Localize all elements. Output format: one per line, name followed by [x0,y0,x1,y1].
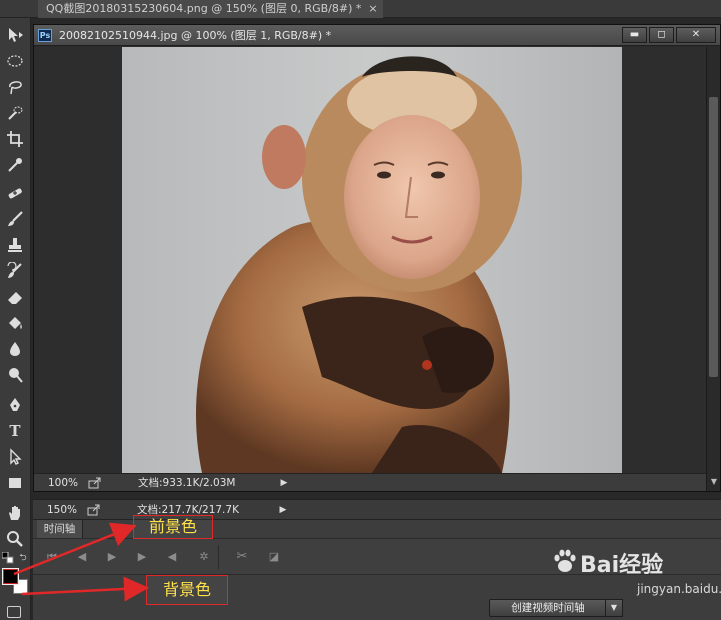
volume-icon[interactable]: ◀ [163,548,181,566]
quick-select-tool-icon[interactable] [4,102,26,124]
scroll-down-icon[interactable]: ▼ [709,477,719,487]
export-icon[interactable] [87,504,101,516]
baidu-watermark: Bai经验 jingyan.baidu.com [552,545,721,605]
document-size: 文档:933.1K/2.03M [138,477,236,489]
document-title: 20082102510944.jpg @ 100% (图层 1, RGB/8#)… [59,29,332,42]
zoom-level[interactable]: 150% [47,501,77,519]
paw-icon [554,549,576,572]
default-colors-icon[interactable] [1,551,14,564]
tools-panel: T [0,18,31,620]
hand-tool-icon[interactable] [4,502,26,524]
monkey-photo[interactable] [122,47,622,473]
settings-icon[interactable]: ✲ [195,548,213,566]
export-icon[interactable] [88,477,102,489]
quick-mask-icon[interactable] [7,606,21,618]
healing-brush-tool-icon[interactable] [4,182,26,204]
document-title-bar[interactable]: Ps 20082102510944.jpg @ 100% (图层 1, RGB/… [34,25,720,46]
canvas-area[interactable] [34,47,706,473]
brush-tool-icon[interactable] [4,208,26,230]
tab-background-document[interactable]: QQ截图20180315230604.png @ 150% (图层 0, RGB… [38,0,383,18]
next-frame-icon[interactable]: ▶ [133,548,151,566]
divider [218,545,219,569]
scrollbar-thumb[interactable] [709,97,718,377]
background-color-callout: 背景色 [146,575,228,605]
dodge-tool-icon[interactable] [4,364,26,386]
transition-icon[interactable]: ◪ [265,548,283,566]
clone-stamp-tool-icon[interactable] [4,234,26,256]
watermark-brand: Bai经验 [580,553,664,578]
tab-timeline[interactable]: 时间轴 [37,520,83,538]
foreground-color-callout: 前景色 [133,515,213,539]
move-tool-icon[interactable] [4,24,26,46]
foreground-color-swatch[interactable] [2,568,19,585]
skip-to-start-icon[interactable]: ⏮ [43,548,61,566]
watermark-brand-suffix: 经验 [619,553,664,578]
close-icon[interactable]: × [366,0,380,18]
status-menu-arrow-icon[interactable]: ▶ [277,504,289,516]
vertical-scrollbar[interactable]: ▼ [706,47,720,491]
maximize-button[interactable]: ◻ [649,27,674,43]
pen-tool-icon[interactable] [4,394,26,416]
marquee-tool-icon[interactable] [4,50,26,72]
rectangle-tool-icon[interactable] [4,472,26,494]
crop-tool-icon[interactable] [4,128,26,150]
paint-bucket-tool-icon[interactable] [4,312,26,334]
watermark-domain: jingyan.baidu.com [637,582,721,596]
prev-frame-icon[interactable]: ◀ [73,548,91,566]
lasso-tool-icon[interactable] [4,76,26,98]
document-tab-bar: QQ截图20180315230604.png @ 150% (图层 0, RGB… [0,0,721,18]
zoom-tool-icon[interactable] [4,528,26,550]
play-icon[interactable]: ▶ [103,548,121,566]
history-brush-tool-icon[interactable] [4,260,26,282]
zoom-level[interactable]: 100% [48,474,78,492]
path-select-tool-icon[interactable] [4,446,26,468]
close-button[interactable]: ✕ [676,27,716,43]
blur-tool-icon[interactable] [4,338,26,360]
document-window: Ps 20082102510944.jpg @ 100% (图层 1, RGB/… [33,24,721,492]
photoshop-icon: Ps [38,29,52,42]
document-status-bar: 100% 文档:933.1K/2.03M ▶ [34,473,706,491]
type-tool-icon[interactable]: T [4,420,26,442]
eyedropper-tool-icon[interactable] [4,154,26,176]
swap-colors-icon[interactable]: ⮌ [17,552,29,564]
eraser-tool-icon[interactable] [4,286,26,308]
scissors-icon[interactable]: ✂ [233,548,251,566]
minimize-button[interactable]: ▬ [622,27,647,43]
status-menu-arrow-icon[interactable]: ▶ [278,477,290,489]
